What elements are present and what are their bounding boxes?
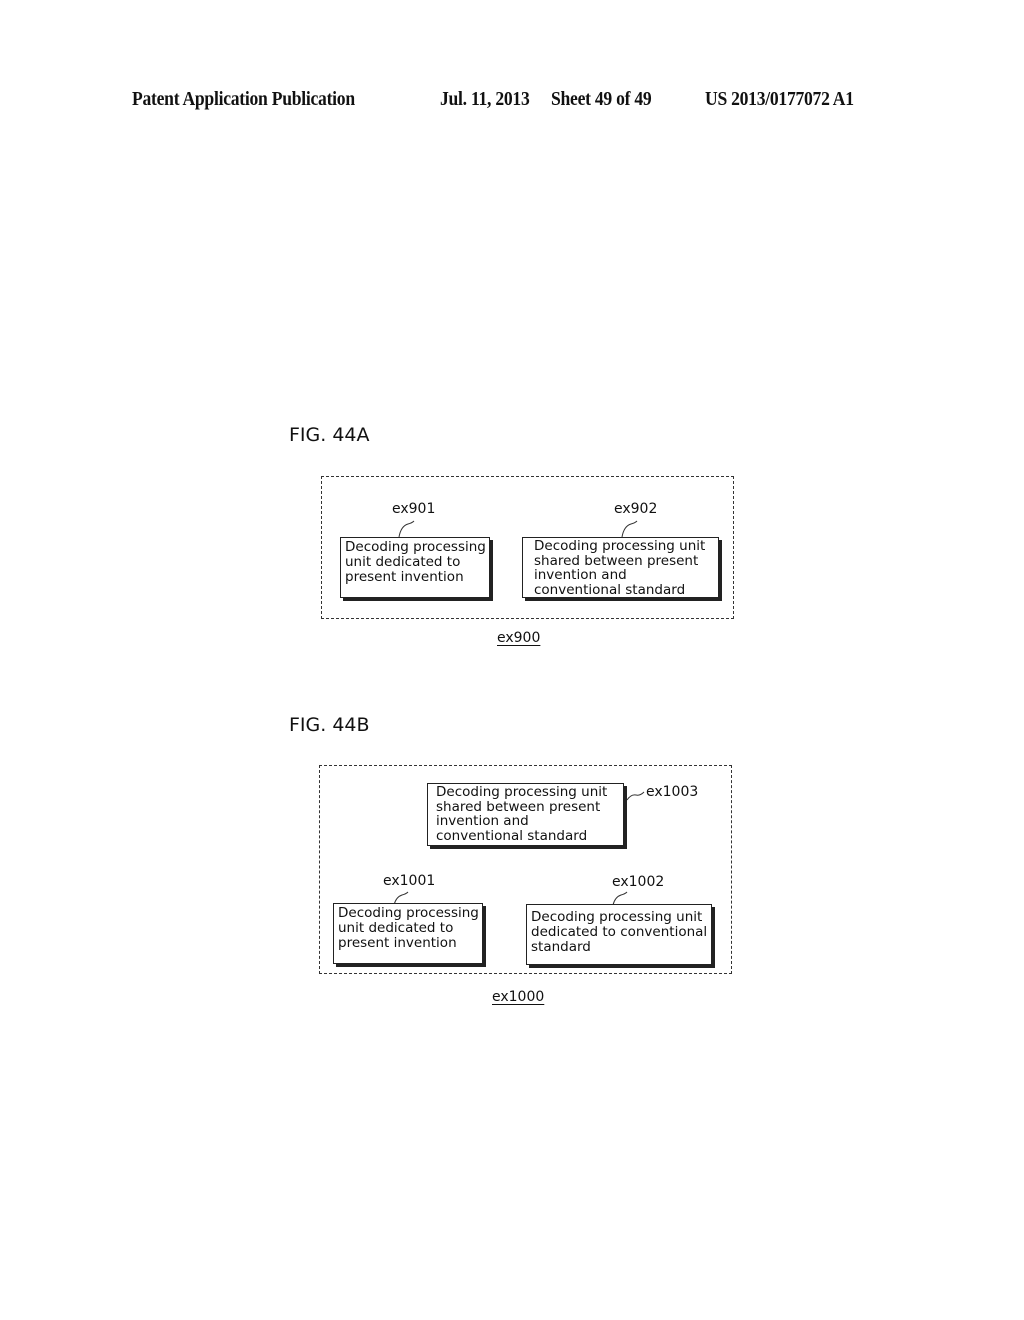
figure-label-44a: FIG. 44A bbox=[289, 424, 370, 446]
publication-title: Patent Application Publication bbox=[132, 88, 355, 110]
ref-ex1002: ex1002 bbox=[612, 874, 665, 890]
ref-ex1001: ex1001 bbox=[383, 873, 436, 889]
unit-text-line: conventional standard bbox=[436, 827, 588, 844]
ref-ex900: ex900 bbox=[497, 630, 541, 646]
unit-text-line: conventional standard bbox=[534, 581, 686, 598]
unit-text-line: invention and bbox=[534, 567, 627, 583]
unit-text-line: Decoding processing unit bbox=[534, 538, 706, 554]
unit-text-line: invention and bbox=[436, 813, 529, 829]
leader-line-ex1003 bbox=[626, 791, 645, 801]
ref-ex902: ex902 bbox=[614, 501, 658, 517]
ref-ex901: ex901 bbox=[392, 501, 436, 517]
leader-line-ex902 bbox=[621, 520, 638, 538]
sheet-number: Sheet 49 of 49 bbox=[551, 88, 652, 110]
unit-text-line: dedicated to conventional bbox=[531, 924, 708, 940]
unit-text-line: unit dedicated to bbox=[338, 920, 454, 936]
unit-text-line: Decoding processing unit bbox=[436, 784, 608, 800]
unit-text-line: unit dedicated to bbox=[345, 554, 461, 570]
unit-text-line: Decoding processing unit bbox=[531, 909, 703, 925]
unit-text-line: standard bbox=[531, 939, 591, 955]
unit-text-line: shared between present bbox=[436, 798, 601, 815]
ref-ex1000: ex1000 bbox=[492, 989, 545, 1005]
patent-number: US 2013/0177072 A1 bbox=[705, 88, 854, 110]
figure-label-44b: FIG. 44B bbox=[289, 714, 370, 736]
unit-box-ex1001: Decoding processing unit dedicated to pr… bbox=[333, 903, 483, 964]
unit-box-ex901: Decoding processing unit dedicated to pr… bbox=[340, 537, 490, 598]
unit-box-ex1003: Decoding processing unit shared between … bbox=[427, 783, 624, 846]
ref-ex1003: ex1003 bbox=[646, 784, 699, 800]
unit-text-line: Decoding processing bbox=[345, 539, 486, 555]
publication-date: Jul. 11, 2013 bbox=[440, 88, 530, 110]
unit-text-line: present invention bbox=[345, 569, 464, 585]
unit-text-line: Decoding processing bbox=[338, 905, 479, 921]
unit-text-line: present invention bbox=[338, 935, 457, 951]
leader-line-ex901 bbox=[398, 520, 415, 538]
unit-box-ex902: Decoding processing unit shared between … bbox=[522, 537, 719, 598]
unit-box-ex1002: Decoding processing unit dedicated to co… bbox=[526, 904, 712, 965]
unit-text-line: shared between present bbox=[534, 552, 699, 569]
